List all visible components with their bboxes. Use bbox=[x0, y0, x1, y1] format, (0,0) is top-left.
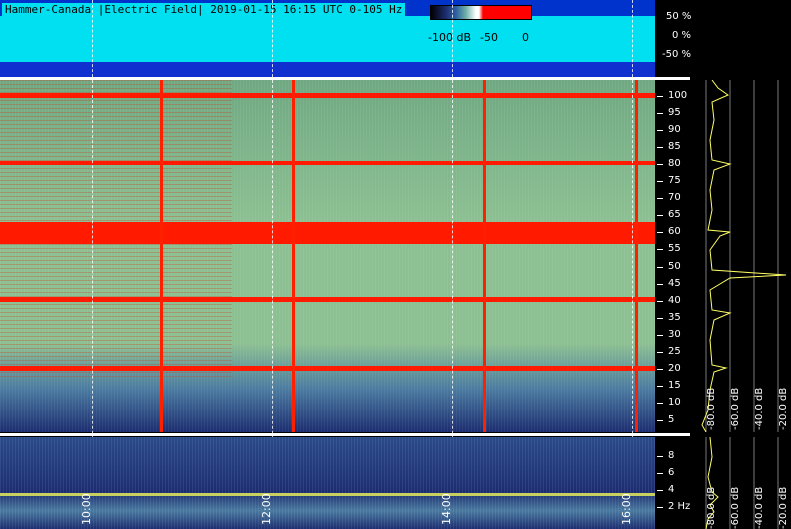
band-60hz bbox=[0, 222, 655, 244]
hz-tick-mark bbox=[657, 198, 663, 200]
amplitude-bottom-band bbox=[0, 62, 655, 77]
hz-tick-mark bbox=[657, 96, 663, 97]
hz-tick-mark bbox=[657, 181, 663, 183]
hz-tick-mark bbox=[657, 300, 663, 302]
hz-tick-mark bbox=[657, 266, 663, 268]
colorbar-labels: -100 dB -50 0 bbox=[428, 31, 530, 45]
hz-tick-mark bbox=[657, 130, 663, 132]
hz-tick-mark bbox=[657, 215, 663, 217]
hz-tick-label: 70 bbox=[668, 192, 681, 204]
hz-tick-mark bbox=[657, 368, 663, 370]
db-label-low-1: -60.0 dB bbox=[730, 486, 741, 529]
vertical-event-4 bbox=[635, 80, 638, 432]
colorbar-label-max: 0 bbox=[522, 31, 529, 44]
hz-low-tick-label: 2 Hz bbox=[668, 501, 691, 512]
hz-tick-label: 35 bbox=[668, 311, 681, 323]
hz-tick-mark bbox=[657, 164, 663, 166]
hz-tick-label: 45 bbox=[668, 277, 681, 289]
hz-tick-label: 65 bbox=[668, 209, 681, 221]
colorbar-label-min: -100 dB bbox=[428, 31, 471, 44]
band-40hz bbox=[0, 297, 655, 302]
time-label-10: 10:00 bbox=[80, 493, 93, 525]
hz-low-tick-label: 4 bbox=[668, 484, 675, 495]
band-80hz bbox=[0, 161, 655, 165]
hz-low-tick-mark bbox=[657, 490, 663, 491]
hz-tick-mark bbox=[657, 283, 663, 285]
hz-tick-label: 90 bbox=[668, 124, 681, 136]
hz-tick-label: 20 bbox=[668, 362, 681, 374]
vertical-event-1 bbox=[160, 80, 163, 432]
hz-tick-label: 60 bbox=[668, 226, 681, 238]
db-label-main-1: -60.0 dB bbox=[730, 387, 741, 430]
db-label-main-2: -40.0 dB bbox=[754, 387, 765, 430]
db-label-main-0: -80.0 dB bbox=[706, 387, 717, 430]
time-label-16: 16:00 bbox=[620, 493, 633, 525]
hz-tick-mark bbox=[657, 249, 663, 251]
hz-tick-mark bbox=[657, 232, 663, 234]
vertical-event-3 bbox=[483, 80, 486, 432]
hz-tick-label: 95 bbox=[668, 107, 681, 119]
time-label-14: 14:00 bbox=[440, 493, 453, 525]
amp-tick-50: 50 % bbox=[666, 11, 692, 22]
hz-tick-label: 50 bbox=[668, 260, 681, 272]
hz-tick-label: 30 bbox=[668, 328, 681, 340]
hz-tick-label: 85 bbox=[668, 141, 681, 153]
hz-tick-mark bbox=[657, 402, 663, 404]
hz-tick-label: 10 bbox=[668, 396, 681, 408]
db-label-low-2: -40.0 dB bbox=[754, 486, 765, 529]
hz-tick-label: 55 bbox=[668, 243, 681, 255]
hz-tick-mark bbox=[657, 317, 663, 319]
hz-tick-label: 40 bbox=[668, 294, 681, 306]
grid-line-top-10 bbox=[92, 0, 93, 77]
hz-tick-label: 75 bbox=[668, 175, 681, 187]
hz-low-tick-label: 6 bbox=[668, 467, 675, 478]
db-label-low-0: -80.0 dB bbox=[706, 486, 717, 529]
colorbar bbox=[430, 5, 532, 20]
hz-low-tick-mark bbox=[657, 473, 663, 474]
amp-tick-minus50: -50 % bbox=[662, 49, 692, 60]
hz-low-tick-mark bbox=[657, 456, 663, 457]
hz-tick-mark bbox=[657, 147, 663, 149]
band-20hz bbox=[0, 366, 655, 371]
spectrum-profile-main bbox=[701, 80, 787, 432]
db-label-main-3: -20.0 dB bbox=[778, 387, 789, 430]
hz-tick-mark bbox=[657, 334, 663, 336]
hz-tick-label: 100 bbox=[668, 90, 688, 101]
band-100hz bbox=[0, 93, 655, 98]
hz-tick-mark bbox=[657, 113, 663, 115]
hz-tick-mark bbox=[657, 351, 663, 353]
grid-line-top-12 bbox=[272, 0, 273, 77]
hz-tick-mark bbox=[657, 385, 663, 387]
hz-tick-label: 5 bbox=[668, 413, 675, 425]
hz-low-tick-label: 8 bbox=[668, 450, 675, 461]
page-title: Hammer-Canada |Electric Field| 2019-01-1… bbox=[2, 3, 406, 16]
hz-tick-label: 25 bbox=[668, 345, 681, 357]
amp-tick-0: 0 % bbox=[672, 30, 692, 41]
hz-tick-mark bbox=[657, 419, 663, 421]
low-band bbox=[0, 493, 655, 496]
panel-divider bbox=[0, 433, 690, 436]
time-label-12: 12:00 bbox=[260, 493, 273, 525]
hz-low-tick-mark bbox=[657, 507, 663, 508]
db-label-low-3: -20.0 dB bbox=[778, 486, 789, 529]
spectrogram-low bbox=[0, 437, 655, 529]
hz-tick-label: 80 bbox=[668, 158, 681, 170]
colorbar-label-mid: -50 bbox=[480, 31, 498, 44]
grid-line-top-14 bbox=[452, 0, 453, 77]
hz-tick-label: 15 bbox=[668, 379, 681, 391]
vertical-event-2 bbox=[292, 80, 295, 432]
grid-line-top-16 bbox=[632, 0, 633, 77]
